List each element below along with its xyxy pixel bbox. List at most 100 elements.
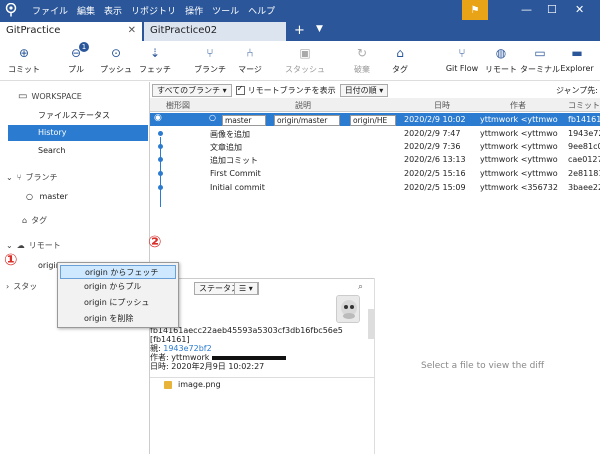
graph-node-icon	[158, 131, 163, 136]
author-line: 作者: yttmwork	[150, 353, 343, 362]
maximize-icon[interactable]: ☐	[547, 3, 557, 16]
commit-hash: 1943e72	[568, 129, 600, 138]
commit-hash: 3baee22	[568, 183, 600, 192]
stash-button[interactable]: ▣ スタッシュ	[281, 44, 329, 75]
show-remote-label: リモートブランチを表示	[247, 85, 336, 95]
col-commit[interactable]: コミット	[568, 100, 600, 111]
sidebar-item-history[interactable]: History	[8, 125, 148, 141]
col-date[interactable]: 日時	[434, 100, 450, 111]
sort-dropdown[interactable]: 日付の順 ▾	[339, 83, 389, 97]
col-description[interactable]: 説明	[295, 100, 311, 111]
context-fetch-origin[interactable]: origin からフェッチ	[60, 265, 176, 279]
menu-tools[interactable]: ツール	[212, 4, 239, 17]
ref-master: master	[222, 115, 266, 126]
menu-file[interactable]: ファイル	[32, 4, 68, 17]
commit-date: 2020/2/5 15:16	[404, 169, 466, 178]
terminal-icon: ▭	[534, 46, 546, 60]
explorer-label: Explorer	[560, 64, 594, 73]
commit-author: yttmwork <356732	[480, 183, 558, 192]
graph-node-icon: ◉	[154, 113, 162, 123]
remote-context-menu: origin からフェッチ origin からプル origin にプッシュ o…	[57, 262, 179, 328]
commit-row[interactable]: ◉ ○ master origin/master origin/HE 2020/…	[150, 113, 600, 126]
add-tab-icon[interactable]: +	[294, 23, 305, 38]
commit-row[interactable]: 追加コミット 2020/2/6 13:13 yttmwork <yttmwo c…	[150, 153, 600, 166]
tag-button[interactable]: ⌂ タグ	[376, 44, 424, 75]
commit-date: 2020/2/9 7:47	[404, 129, 461, 138]
cloud-icon: ☁	[16, 241, 25, 250]
commit-author: yttmwork <yttmwo	[480, 155, 558, 164]
tags-header[interactable]: ⌂ タグ	[22, 215, 47, 226]
branch-filter-dropdown[interactable]: すべてのブランチ ▾	[152, 83, 232, 97]
menu-repository[interactable]: リポジトリ	[131, 4, 176, 17]
menu-view[interactable]: 表示	[104, 4, 122, 17]
chevron-right-icon: ›	[6, 282, 10, 291]
stashes-header[interactable]: › スタッ	[6, 281, 37, 292]
commit-row[interactable]: First Commit 2020/2/5 15:16 yttmwork <yt…	[150, 167, 600, 180]
commit-desc: 画像を追加	[210, 130, 250, 139]
commit-button[interactable]: ⊕ コミット	[0, 44, 48, 75]
commit-row[interactable]: Initial commit 2020/2/5 15:09 yttmwork <…	[150, 181, 600, 194]
checkbox-icon	[235, 84, 245, 95]
chevron-down-icon: ⌄	[6, 241, 13, 250]
chevron-down-icon: ⌄	[6, 173, 13, 182]
menu-edit[interactable]: 編集	[77, 4, 95, 17]
head-icon: ○	[209, 113, 216, 122]
parent-line: 親: 1943e72bf2	[150, 344, 343, 353]
branch-icon: ⑂	[16, 173, 22, 182]
commit-row[interactable]: 文章追加 2020/2/9 7:36 yttmwork <yttmwo 9ee8…	[150, 140, 600, 153]
tab-gitpractice02[interactable]: GitPractice02	[144, 22, 286, 41]
sourcetree-logo-icon	[5, 3, 17, 17]
parent-link[interactable]: 1943e72bf2	[163, 344, 211, 353]
menu-actions[interactable]: 操作	[185, 4, 203, 17]
col-graph[interactable]: 樹形図	[166, 100, 190, 111]
remotes-label: リモート	[28, 241, 61, 250]
branches-header[interactable]: ⌄ ⑂ ブランチ	[6, 172, 58, 183]
tab-label: GitPractice	[6, 25, 61, 36]
explorer-button[interactable]: ▬ Explorer	[553, 44, 600, 73]
fetch-icon: ⇣	[149, 46, 161, 60]
chevron-down-icon[interactable]: ▼	[316, 24, 323, 34]
jump-label: ジャンプ先:	[555, 86, 598, 95]
divider	[150, 377, 374, 378]
fetch-button[interactable]: ⇣ フェッチ	[131, 44, 179, 75]
tab-gitpractice[interactable]: GitPractice ✕	[0, 22, 142, 41]
commit-hash: fb14161	[568, 115, 600, 124]
branches-label: ブランチ	[25, 173, 58, 182]
redacted-email	[211, 355, 286, 360]
commit-row[interactable]: 画像を追加 2020/2/9 7:47 yttmwork <yttmwo 194…	[150, 127, 600, 140]
push-icon: ⊙	[110, 46, 122, 60]
history-label: History	[38, 128, 67, 137]
sidebar-item-search[interactable]: Search	[8, 143, 148, 159]
context-pull-origin[interactable]: origin からプル	[60, 280, 176, 294]
list-icon: ☰	[239, 284, 247, 293]
context-delete-origin[interactable]: origin を削除	[60, 312, 176, 326]
list-view-dropdown[interactable]: ☰ ▾	[234, 282, 258, 295]
toolbar: ⊕ コミット ⊖ 1 プル ⊙ プッシュ ⇣ フェッチ ⑂ ブランチ ⑃ マージ …	[0, 41, 600, 81]
author-label: 作者:	[150, 353, 169, 362]
file-row[interactable]: image.png	[164, 380, 221, 389]
menu-help[interactable]: ヘルプ	[248, 4, 275, 17]
commit-info: fb14161aecc22aeb45593a5303cf3db16fbc56e5…	[150, 326, 343, 371]
commit-hash: 9ee81c0	[568, 142, 600, 151]
diff-panel: Select a file to view the diff	[374, 278, 600, 454]
globe-icon: ◍	[495, 46, 507, 60]
pull-icon: ⊖ 1	[67, 42, 89, 62]
minimize-icon[interactable]: —	[521, 3, 532, 16]
branch-icon: ⑂	[206, 46, 214, 60]
graph-node-icon	[158, 171, 163, 176]
close-window-icon[interactable]: ✕	[575, 3, 584, 16]
search-icon[interactable]: ⌕	[358, 282, 363, 292]
col-author[interactable]: 作者	[510, 100, 526, 111]
context-push-origin[interactable]: origin にプッシュ	[60, 296, 176, 310]
show-remote-checkbox[interactable]: リモートブランチを表示	[235, 84, 336, 96]
branch-master[interactable]: ○ master	[26, 192, 68, 201]
tag-icon: ⌂	[22, 216, 28, 225]
flag-icon[interactable]: ⚑	[462, 0, 488, 20]
close-tab-icon[interactable]: ✕	[128, 25, 136, 36]
commit-desc: 追加コミット	[210, 156, 258, 165]
workspace-header: ▭ WORKSPACE	[18, 91, 82, 102]
fetch-label: フェッチ	[139, 65, 171, 74]
file-status-label: ファイルステータス	[38, 111, 110, 120]
merge-button[interactable]: ⑃ マージ	[226, 44, 274, 75]
sidebar-item-file-status[interactable]: ファイルステータス	[8, 108, 148, 124]
